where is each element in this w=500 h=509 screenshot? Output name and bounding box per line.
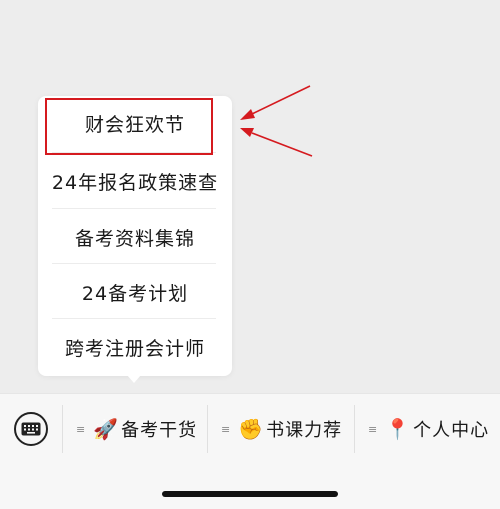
annotation-arrow-upper [251, 85, 311, 115]
tab-prep-materials[interactable]: ≡ 🚀 备考干货 [76, 412, 197, 446]
tab-label: 书课力荐 [266, 420, 343, 441]
tab-separator [62, 405, 63, 453]
menu-lines-icon: ≡ [221, 422, 231, 436]
menu-lines-icon: ≡ [368, 422, 378, 436]
tab-separator [354, 405, 355, 453]
tab-personal-center[interactable]: ≡ 📍 个人中心 [368, 412, 489, 446]
home-indicator[interactable] [162, 491, 338, 497]
annotation-arrowhead-lower [240, 128, 254, 137]
rocket-icon: 🚀 [93, 417, 119, 441]
annotation-arrowhead-upper [240, 109, 255, 120]
menu-lines-icon: ≡ [76, 422, 86, 436]
tab-label: 个人中心 [413, 420, 490, 441]
tab-label: 备考干货 [121, 420, 198, 441]
raised-fist-icon: ✊ [238, 417, 264, 441]
keyboard-toggle-button[interactable] [14, 412, 48, 446]
tab-book-course[interactable]: ≡ ✊ 书课力荐 [221, 412, 342, 446]
tab-separator [207, 405, 208, 453]
annotation-arrow-lower [251, 132, 313, 157]
keyboard-icon [21, 422, 41, 436]
round-pushpin-icon: 📍 [385, 417, 411, 441]
